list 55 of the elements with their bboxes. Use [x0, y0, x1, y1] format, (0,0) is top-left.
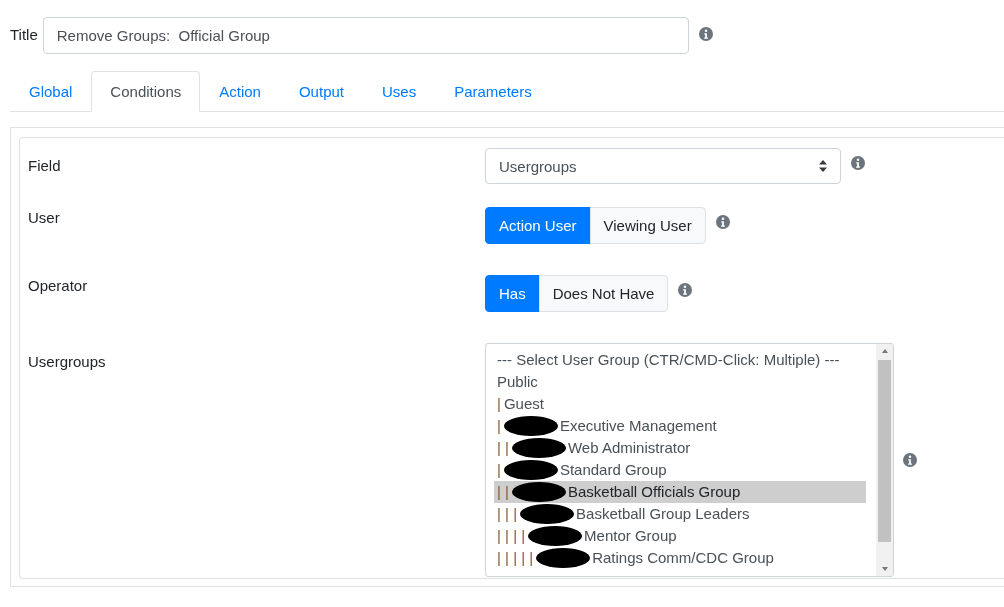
- usergroups-listbox[interactable]: [485, 343, 894, 577]
- option-label: Basketball Officials Group: [567, 482, 741, 502]
- list-option[interactable]: | | Basketball Officials Group: [494, 481, 866, 503]
- indent-bars: | |: [497, 437, 509, 459]
- option-label: Guest: [503, 394, 544, 414]
- option-label: --- Select User Group (CTR/CMD-Click: Multiple) ---: [497, 350, 840, 370]
- tab[interactable]: Global: [10, 71, 92, 112]
- option-label: Web Administrator: [567, 438, 691, 458]
- list-option[interactable]: | Executive Management: [494, 415, 866, 437]
- field-label: Field: [27, 156, 62, 176]
- list-option[interactable]: | Guest: [494, 393, 866, 415]
- scroll-up-icon[interactable]: [880, 348, 889, 354]
- tab[interactable]: Uses: [363, 71, 436, 112]
- option-label: Public: [497, 372, 538, 392]
- list-option[interactable]: | Standard Group: [494, 459, 866, 481]
- indent-bars: | | | |: [497, 525, 526, 547]
- info-icon[interactable]: [903, 453, 917, 467]
- info-icon[interactable]: [698, 26, 713, 41]
- toggle-button[interactable]: Action User: [485, 207, 591, 244]
- info-icon[interactable]: [851, 156, 865, 170]
- option-label: Ratings Comm/CDC Group: [592, 548, 774, 568]
- indent-bars: |: [497, 459, 501, 481]
- indent-bars: | | |: [497, 503, 518, 525]
- option-label: Basketball Group Leaders: [576, 504, 750, 524]
- user-label: User: [27, 208, 61, 228]
- toggle-button[interactable]: Does Not Have: [538, 275, 669, 312]
- info-icon[interactable]: [678, 283, 693, 297]
- list-option[interactable]: Public: [494, 371, 866, 393]
- option-label: Standard Group: [559, 460, 667, 480]
- option-label: Executive Management: [559, 416, 717, 436]
- list-option[interactable]: | | Web Administrator: [494, 437, 866, 459]
- indent-bars: | | | | |: [497, 547, 534, 569]
- info-icon[interactable]: [715, 215, 730, 229]
- scroll-down-icon[interactable]: [880, 566, 889, 572]
- option-label: Mentor Group: [584, 526, 677, 546]
- tab[interactable]: Conditions: [91, 71, 201, 112]
- toggle-button[interactable]: Viewing User: [589, 207, 706, 244]
- title-label: Title: [10, 26, 38, 43]
- tab[interactable]: Output: [279, 71, 363, 112]
- sort-caret-icon: [819, 160, 827, 172]
- operator-label: Operator: [27, 276, 89, 296]
- scrollbar[interactable]: [876, 344, 893, 576]
- tab[interactable]: Action: [200, 71, 280, 112]
- indent-bars: | |: [497, 481, 509, 503]
- list-option[interactable]: | | | | | Ratings Comm/CDC Group: [494, 547, 866, 569]
- indent-bars: |: [497, 393, 501, 415]
- tab[interactable]: Parameters: [435, 71, 551, 112]
- usergroups-label: Usergroups: [27, 352, 107, 372]
- list-option[interactable]: --- Select User Group (CTR/CMD-Click: Multiple) ---: [494, 349, 866, 371]
- indent-bars: |: [497, 415, 501, 437]
- list-option[interactable]: | | | | Mentor Group: [494, 525, 866, 547]
- list-option[interactable]: | | | Basketball Group Leaders: [494, 503, 866, 525]
- toggle-button[interactable]: Has: [485, 275, 540, 312]
- title-input[interactable]: Remove Groups: Official Group: [42, 17, 689, 54]
- field-select[interactable]: Usergroups: [485, 148, 841, 184]
